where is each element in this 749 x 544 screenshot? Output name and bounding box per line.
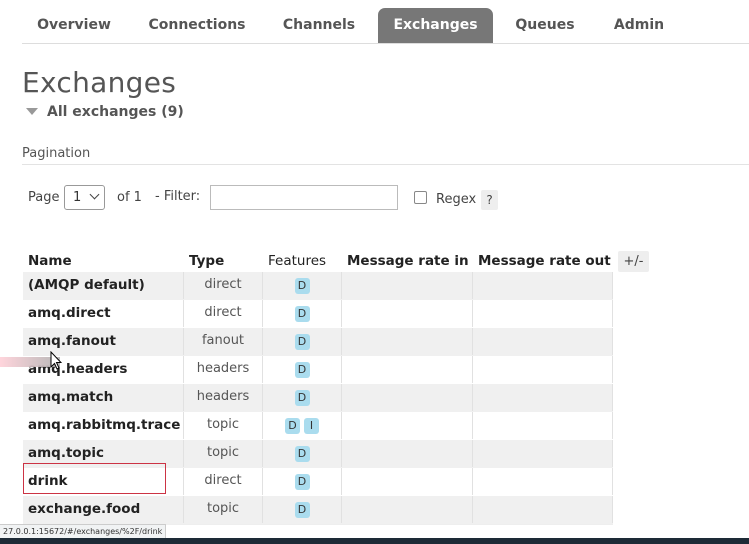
filter-label: - Filter:: [155, 189, 201, 204]
regex-label: Regex: [436, 192, 477, 207]
feature-badge: D: [294, 278, 310, 294]
table-row[interactable]: (AMQP default) direct D: [23, 272, 613, 301]
feature-badge: D: [294, 502, 310, 518]
message-rate-in-cell: [341, 272, 472, 299]
message-rate-in-cell: [341, 300, 472, 327]
header-message-rate-in[interactable]: Message rate in: [342, 248, 473, 272]
table-row[interactable]: amq.topic topic D: [23, 440, 613, 469]
feature-badge: I: [304, 418, 319, 434]
message-rate-in-cell: [341, 328, 472, 355]
exchange-name-link[interactable]: amq.topic: [23, 440, 183, 467]
exchange-type: fanout: [183, 328, 262, 355]
message-rate-out-cell: [472, 300, 613, 327]
header-name[interactable]: Name: [23, 248, 183, 272]
header-type[interactable]: Type: [184, 248, 263, 272]
table-row[interactable]: amq.rabbitmq.trace topic D I: [23, 412, 613, 441]
header-features: Features: [268, 253, 327, 269]
exchange-type: headers: [183, 356, 262, 383]
feature-badge: D: [294, 334, 310, 350]
tab-overview[interactable]: Overview: [22, 8, 126, 43]
message-rate-in-cell: [341, 468, 472, 495]
table-row[interactable]: amq.match headers D: [23, 384, 613, 413]
message-rate-in-cell: [341, 412, 472, 439]
exchange-name-link[interactable]: drink: [23, 468, 183, 495]
chevron-down-icon: [89, 189, 100, 200]
feature-badge: D: [294, 390, 310, 406]
table-row[interactable]: amq.direct direct D: [23, 300, 613, 329]
exchange-features: D: [262, 272, 341, 299]
top-nav: Overview Connections Channels Exchanges …: [22, 8, 749, 44]
exchange-features: D: [262, 468, 341, 495]
exchange-features: D: [262, 384, 341, 411]
exchange-features: D: [262, 328, 341, 355]
feature-badge: D: [294, 474, 310, 490]
all-exchanges-toggle[interactable]: All exchanges (9): [26, 104, 184, 122]
message-rate-in-cell: [341, 440, 472, 467]
exchange-type: direct: [183, 300, 262, 327]
page-select-value: 1: [73, 190, 82, 205]
exchange-type: topic: [183, 496, 262, 523]
table-row[interactable]: amq.headers headers D: [23, 356, 613, 385]
collapse-triangle-icon: [26, 107, 38, 115]
page-title: Exchanges: [22, 66, 177, 99]
exchange-features: D: [262, 356, 341, 383]
exchange-type: topic: [183, 412, 262, 439]
exchange-features: DI: [262, 412, 341, 439]
message-rate-out-cell: [472, 384, 613, 411]
tab-admin[interactable]: Admin: [604, 8, 674, 43]
exchange-type: topic: [183, 440, 262, 467]
message-rate-in-cell: [341, 356, 472, 383]
message-rate-out-cell: [472, 356, 613, 383]
columns-toggle-button[interactable]: +/-: [618, 251, 649, 272]
pagination-heading: Pagination: [22, 146, 91, 161]
exchange-type: direct: [183, 272, 262, 299]
feature-badge: D: [294, 362, 310, 378]
exchange-features: D: [262, 440, 341, 467]
page-select[interactable]: 1: [64, 185, 105, 210]
exchange-features: D: [262, 496, 341, 523]
exchange-name-link[interactable]: exchange.food: [23, 496, 183, 523]
mouse-cursor-icon: [50, 351, 62, 370]
tab-exchanges[interactable]: Exchanges: [378, 8, 493, 43]
exchange-name-link[interactable]: amq.match: [23, 384, 183, 411]
exchange-name-link[interactable]: amq.rabbitmq.trace: [23, 412, 183, 439]
tab-queues[interactable]: Queues: [504, 8, 586, 43]
exchange-name-link[interactable]: amq.direct: [23, 300, 183, 327]
all-exchanges-label: All exchanges (9): [47, 104, 184, 120]
exchange-name-link[interactable]: amq.fanout: [23, 328, 183, 355]
table-row[interactable]: amq.fanout fanout D: [23, 328, 613, 357]
message-rate-out-cell: [472, 468, 613, 495]
exchange-type: headers: [183, 384, 262, 411]
regex-checkbox[interactable]: [414, 191, 427, 204]
tab-channels[interactable]: Channels: [272, 8, 366, 43]
tab-connections[interactable]: Connections: [138, 8, 256, 43]
feature-badge: D: [294, 306, 310, 322]
message-rate-out-cell: [472, 440, 613, 467]
regex-help-button[interactable]: ?: [481, 190, 498, 210]
taskbar: [0, 538, 749, 544]
message-rate-in-cell: [341, 384, 472, 411]
message-rate-out-cell: [472, 412, 613, 439]
table-row[interactable]: drink direct D: [23, 468, 613, 497]
filter-input[interactable]: [210, 185, 398, 210]
status-bar-url: 27.0.0.1:15672/#/exchanges/%2F/drink: [0, 524, 167, 539]
page-count-label: of 1: [117, 190, 142, 205]
message-rate-out-cell: [472, 272, 613, 299]
exchange-type: direct: [183, 468, 262, 495]
message-rate-out-cell: [472, 328, 613, 355]
exchange-features: D: [262, 300, 341, 327]
feature-badge: D: [294, 446, 310, 462]
exchange-name-link[interactable]: (AMQP default): [23, 272, 183, 299]
message-rate-in-cell: [341, 496, 472, 523]
page-label: Page: [28, 190, 60, 205]
header-message-rate-out[interactable]: Message rate out: [473, 248, 614, 272]
pagination-divider: [22, 164, 749, 165]
table-row[interactable]: exchange.food topic D: [23, 496, 613, 525]
feature-badge: D: [285, 418, 300, 434]
message-rate-out-cell: [472, 496, 613, 523]
